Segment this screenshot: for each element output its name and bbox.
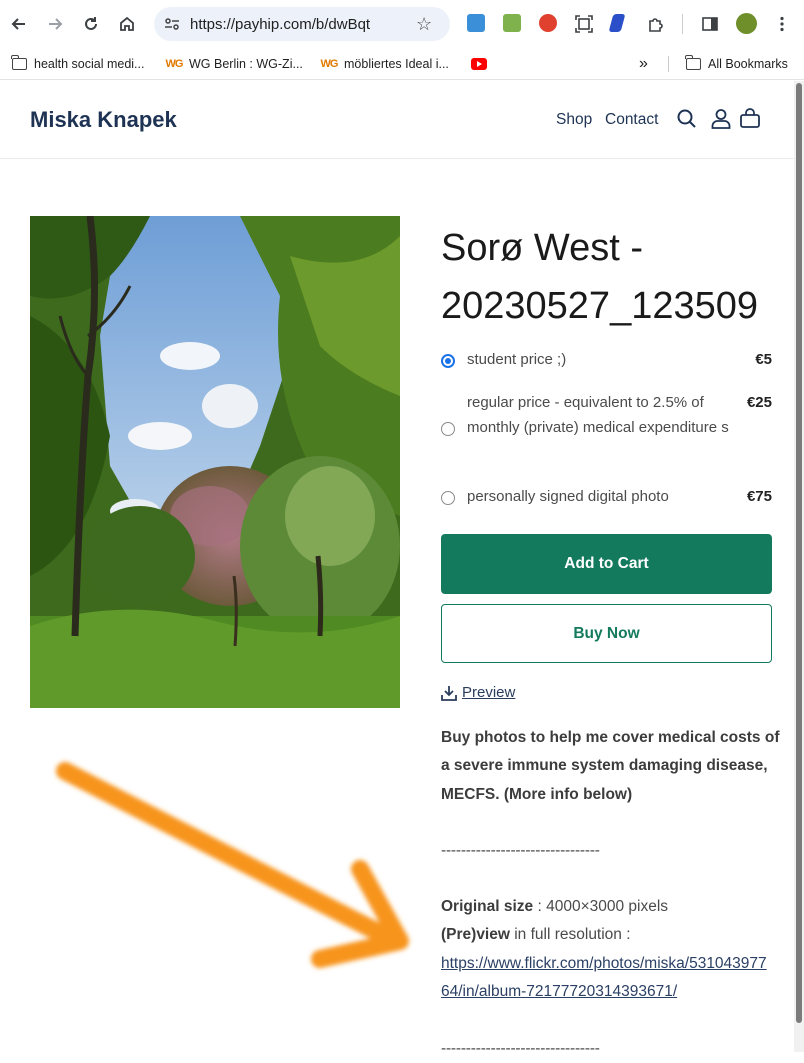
wg-icon: WG [320, 58, 339, 70]
radio-selected[interactable] [441, 354, 455, 368]
wg-icon: WG [165, 58, 184, 70]
brand-name[interactable]: Miska Knapek [30, 107, 177, 133]
price-option-regular[interactable]: regular price - equivalent to 2.5% of mo… [441, 390, 772, 466]
url-text[interactable]: https://payhip.com/b/dwBqt [190, 16, 370, 33]
site-header: Miska Knapek Shop Contact [0, 81, 794, 159]
address-bar[interactable]: https://payhip.com/b/dwBqt ☆ [154, 7, 450, 41]
extensions-puzzle-icon[interactable] [644, 12, 668, 36]
option-label: personally signed digital photo [467, 488, 669, 505]
search-icon[interactable] [676, 108, 698, 130]
bookmarks-overflow[interactable]: » [639, 54, 648, 74]
forward-icon[interactable] [43, 12, 67, 36]
folder-icon [10, 55, 27, 72]
bookmark-item[interactable]: health social medi... [10, 54, 145, 74]
bookmark-item[interactable] [471, 54, 494, 74]
reload-icon[interactable] [79, 12, 103, 36]
side-panel-icon[interactable] [698, 12, 722, 36]
nav-shop[interactable]: Shop [556, 111, 592, 129]
preview-resolution-line: (Pre)view in full resolution : [441, 921, 786, 949]
product-title-line: Sorø West - [441, 227, 643, 269]
option-label: student price ;) [467, 351, 567, 368]
extension-icon[interactable] [608, 14, 626, 32]
product-title-line: 20230527_123509 [441, 285, 759, 327]
preview-res-label: (Pre)view [441, 926, 510, 943]
divider-text: -------------------------------- [441, 842, 600, 859]
bookmark-star-icon[interactable]: ☆ [416, 14, 432, 35]
original-size-line: Original size : 4000×3000 pixels [441, 893, 786, 921]
bookmarks-bar: health social medi... WG WG Berlin : WG-… [0, 48, 804, 80]
radio-unselected[interactable] [441, 491, 455, 505]
price-option-signed[interactable]: personally signed digital photo €75 [441, 484, 772, 510]
divider-text: -------------------------------- [441, 1040, 600, 1057]
option-label: regular price - equivalent to 2.5% of mo… [467, 394, 729, 436]
site-settings-icon[interactable] [164, 16, 180, 32]
product-description: Buy photos to help me cover medical cost… [441, 724, 786, 809]
bookmarks-divider [668, 56, 669, 72]
option-price: €75 [746, 488, 772, 505]
extension-icon[interactable] [539, 14, 557, 32]
toolbar-divider [682, 14, 683, 34]
back-icon[interactable] [7, 12, 31, 36]
product-photo[interactable] [30, 216, 400, 708]
nav-contact[interactable]: Contact [605, 111, 658, 129]
size-value: : 4000×3000 pixels [533, 898, 669, 915]
account-icon[interactable] [710, 108, 732, 130]
radio-unselected[interactable] [441, 422, 455, 436]
all-bookmarks[interactable]: All Bookmarks [684, 54, 788, 74]
cart-bag-icon[interactable] [739, 108, 761, 130]
all-bookmarks-label: All Bookmarks [708, 57, 788, 71]
home-icon[interactable] [115, 12, 139, 36]
browser-toolbar: https://payhip.com/b/dwBqt ☆ [0, 0, 804, 48]
flickr-link[interactable]: https://www.flickr.com/photos/miska/5310… [441, 955, 767, 1000]
price-option-student[interactable]: student price ;) €5 [441, 347, 772, 373]
bookmark-item[interactable]: WG WG Berlin : WG-Zi... [166, 54, 303, 74]
profile-avatar[interactable] [736, 13, 757, 34]
page-content: Miska Knapek Shop Contact Sorø West - 20… [0, 81, 794, 1057]
bookmark-label: möbliertes Ideal i... [344, 57, 449, 71]
extension-icon[interactable] [467, 14, 485, 32]
folder-icon [684, 55, 701, 72]
product-title: Sorø West - 20230527_123509 [441, 219, 801, 335]
menu-kebab-icon[interactable] [770, 12, 794, 36]
screenshot-icon[interactable] [572, 12, 596, 36]
scrollbar-thumb[interactable] [796, 83, 802, 1023]
page-scrollbar[interactable] [794, 81, 804, 1052]
add-to-cart-button[interactable]: Add to Cart [441, 534, 772, 594]
bookmark-item[interactable]: WG möbliertes Ideal i... [321, 54, 449, 74]
bookmark-label: health social medi... [34, 57, 145, 71]
youtube-icon [471, 56, 487, 72]
extension-icon[interactable] [503, 14, 521, 32]
preview-res-value: in full resolution : [509, 926, 631, 943]
flickr-link-line: https://www.flickr.com/photos/miska/5310… [441, 950, 771, 1007]
annotation-arrow [56, 762, 409, 968]
buy-now-button[interactable]: Buy Now [441, 604, 772, 663]
bookmark-label: WG Berlin : WG-Zi... [189, 57, 303, 71]
option-price: €5 [755, 351, 772, 368]
description-intro: Buy photos to help me cover medical cost… [441, 729, 780, 803]
option-price: €25 [746, 394, 772, 411]
download-icon [441, 685, 457, 701]
size-label: Original size [441, 898, 534, 915]
preview-label: Preview [462, 684, 516, 701]
preview-link[interactable]: Preview [441, 684, 515, 701]
